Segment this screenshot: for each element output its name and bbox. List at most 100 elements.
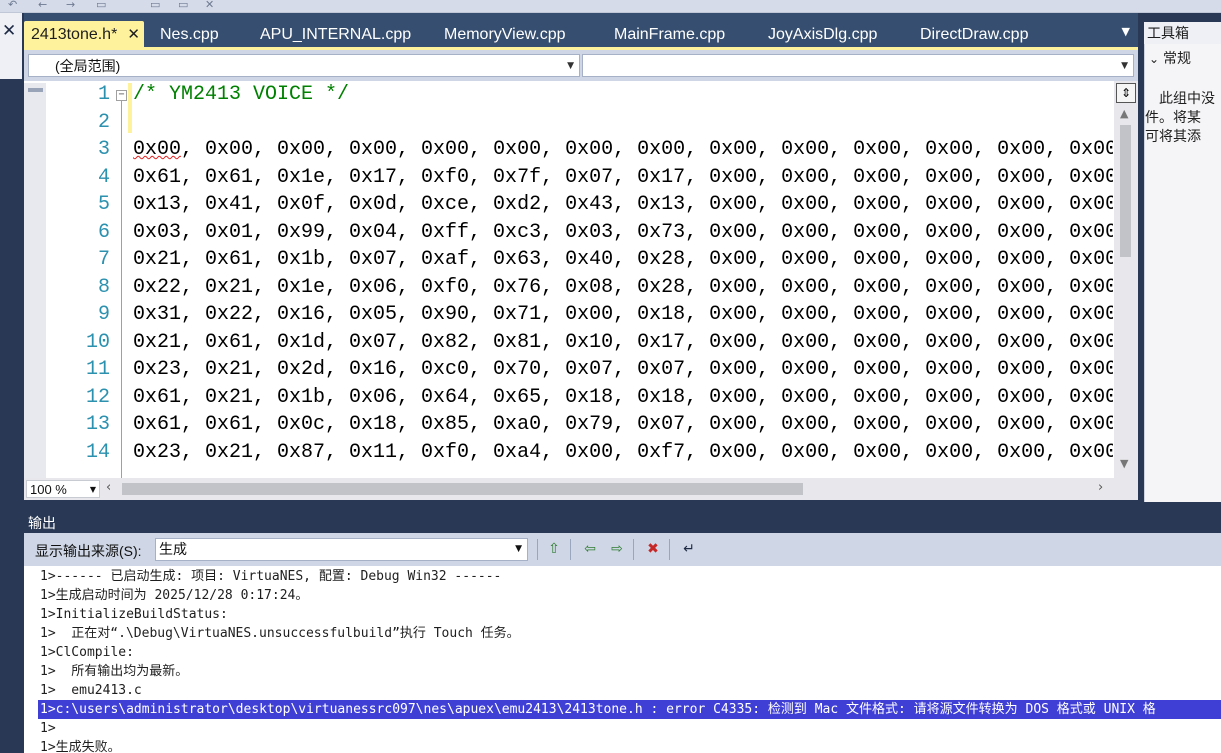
bookmark-marker <box>28 88 43 92</box>
code-line-rest: , 0x00, 0x00, 0x00, 0x00, 0x00, 0x00, 0x… <box>181 138 1113 161</box>
output-line[interactable]: 1>生成启动时间为 2025/12/28 0:17:24。 <box>40 586 308 605</box>
code-line: 0x23, 0x21, 0x2d, 0x16, 0xc0, 0x70, 0x07… <box>133 358 1113 381</box>
split-window-icon[interactable]: ⇕ <box>1116 83 1136 103</box>
toolbox-panel: ⌄ 常规 此组中没 件。将某 可将其添 <box>1144 44 1221 502</box>
code-line: 0x31, 0x22, 0x16, 0x05, 0x90, 0x71, 0x00… <box>133 303 1113 326</box>
line-number: 6 <box>97 220 110 244</box>
unsaved-change-bar <box>128 83 132 133</box>
tab-mainframe-cpp[interactable]: MainFrame.cpp <box>614 22 725 47</box>
code-area[interactable]: 1 2 3 4 5 6 7 8 9 10 11 12 13 14 − /* YM2413 VOICE */… <box>24 83 1138 478</box>
line-number-gutter: 1 2 3 4 5 6 7 8 9 10 11 12 13 14 <box>46 83 110 478</box>
outlining-margin: − <box>112 83 127 478</box>
chevron-down-icon: ▼ <box>567 61 574 71</box>
tab-close-icon[interactable]: ✕ <box>127 21 140 48</box>
output-line[interactable]: 1> emu2413.c <box>40 681 142 700</box>
line-number: 1 <box>97 83 110 106</box>
tab-2413tone-h[interactable]: 2413tone.h* ✕ <box>24 21 144 48</box>
toolbar-separator <box>633 539 634 560</box>
output-line[interactable]: 1>------ 已启动生成: 项目: VirtuaNES, 配置: Debug… <box>40 567 501 586</box>
output-line[interactable]: 1> 正在对“.\Debug\VirtuaNES.unsuccessfulbui… <box>40 624 520 643</box>
line-number: 8 <box>97 275 110 299</box>
output-error-line[interactable]: 1>c:\users\administrator\desktop\virtuan… <box>38 700 1221 719</box>
chevron-down-icon: ▼ <box>515 544 522 554</box>
line-number: 13 <box>85 413 110 436</box>
outline-line <box>121 101 122 478</box>
scope-value: (全局范围) <box>55 58 121 74</box>
chevron-down-icon: ⌄ <box>1149 52 1160 66</box>
left-dock-strip: ✕ <box>0 13 22 79</box>
collapse-icon[interactable]: − <box>116 90 127 101</box>
scope-dropdown[interactable]: (全局范围) ▼ <box>28 54 580 77</box>
tab-dropdown-icon[interactable]: ▼ <box>1122 25 1130 38</box>
forward-icon[interactable]: → <box>66 0 75 10</box>
undo-icon[interactable]: ↶ <box>8 0 17 10</box>
scroll-right-icon[interactable]: › <box>1098 480 1103 495</box>
tab-nes-cpp[interactable]: Nes.cpp <box>160 22 219 47</box>
code-line: 0x61, 0x61, 0x0c, 0x18, 0x85, 0xa0, 0x79… <box>133 413 1113 436</box>
close-icon[interactable]: ✕ <box>2 21 16 41</box>
output-line[interactable]: 1> 所有输出均为最新。 <box>40 662 188 681</box>
toolbox-message-line: 可将其添 <box>1145 128 1201 144</box>
toolbar-separator <box>570 539 571 560</box>
code-line: 0x61, 0x61, 0x1e, 0x17, 0xf0, 0x7f, 0x07… <box>133 165 1113 189</box>
toolbox-group-general[interactable]: ⌄ 常规 <box>1149 48 1191 68</box>
output-line[interactable]: 1>InitializeBuildStatus: <box>40 605 228 624</box>
output-line[interactable]: 1> <box>40 719 56 738</box>
squiggle-token: 0x00 <box>133 138 182 161</box>
line-number: 12 <box>85 385 110 409</box>
indicator-margin <box>24 83 46 478</box>
vertical-scrollbar[interactable]: ⇕ ▲ ▼ <box>1114 81 1138 478</box>
next-message-icon[interactable]: ⇨ <box>608 541 626 557</box>
document-tab-bar: 2413tone.h* ✕ Nes.cpp APU_INTERNAL.cpp Me… <box>24 13 1138 48</box>
output-source-label: 显示输出来源(S): <box>35 543 142 559</box>
tab-apu-internal-cpp[interactable]: APU_INTERNAL.cpp <box>260 22 411 47</box>
toolbar-separator <box>537 539 538 560</box>
code-line: 0x13, 0x41, 0x0f, 0x0d, 0xce, 0xd2, 0x43… <box>133 193 1113 216</box>
editor-bottom-bar: 100 % ▼ ‹ › <box>24 478 1138 500</box>
output-line[interactable]: 1>生成失败。 <box>40 738 121 753</box>
code-line: 0x22, 0x21, 0x1e, 0x06, 0xf0, 0x76, 0x08… <box>133 275 1113 299</box>
output-source-dropdown[interactable]: 生成 ▼ <box>155 538 528 561</box>
toolbox-message-line: 件。将某 <box>1145 109 1201 125</box>
tab-directdraw-cpp[interactable]: DirectDraw.cpp <box>920 22 1028 47</box>
save-icon[interactable]: ▭ <box>96 0 106 10</box>
horizontal-scroll-thumb[interactable] <box>122 483 803 495</box>
open-icon[interactable]: ▭ <box>178 0 188 10</box>
go-to-location-icon[interactable]: ⇧ <box>545 541 563 557</box>
line-number: 14 <box>85 440 110 464</box>
back-icon[interactable]: ← <box>38 0 47 10</box>
code-editor: (全局范围) ▼ ▼ 1 2 3 4 5 6 7 8 9 10 11 12 13 14 − /* YM24… <box>24 50 1138 500</box>
chevron-down-icon: ▼ <box>89 485 96 494</box>
vertical-scroll-thumb[interactable] <box>1120 125 1131 257</box>
zoom-dropdown[interactable]: 100 % ▼ <box>26 480 100 498</box>
output-line[interactable]: 1>ClCompile: <box>40 643 134 662</box>
scroll-down-icon[interactable]: ▼ <box>1120 457 1128 470</box>
output-pane-header: 输出 <box>24 511 1221 533</box>
code-comment-line: /* YM2413 VOICE */ <box>133 83 350 106</box>
tab-joyaxisdlg-cpp[interactable]: JoyAxisDlg.cpp <box>768 22 877 47</box>
output-text[interactable]: 1>------ 已启动生成: 项目: VirtuaNES, 配置: Debug… <box>24 566 1221 753</box>
code-line: 0x23, 0x21, 0x87, 0x11, 0xf0, 0xa4, 0x00… <box>133 440 1113 464</box>
line-number: 11 <box>85 358 110 381</box>
previous-message-icon[interactable]: ⇦ <box>581 541 599 557</box>
output-title: 输出 <box>28 515 56 531</box>
clear-all-icon[interactable]: ✖ <box>644 541 662 557</box>
code-line: 0x03, 0x01, 0x99, 0x04, 0xff, 0xc3, 0x03… <box>133 220 1113 244</box>
word-wrap-icon[interactable]: ↵ <box>680 541 698 557</box>
top-toolbar-strip: ↶ ← → ▭ ▭ ▭ ✕ <box>0 0 1221 13</box>
scroll-left-icon[interactable]: ‹ <box>106 480 111 495</box>
chevron-down-icon: ▼ <box>1121 61 1128 71</box>
member-dropdown[interactable]: ▼ <box>582 54 1134 77</box>
line-number: 10 <box>85 330 110 354</box>
scroll-up-icon[interactable]: ▲ <box>1120 107 1128 120</box>
line-number: 7 <box>97 248 110 271</box>
tab-label: 2413tone.h* <box>31 26 118 43</box>
close-icon[interactable]: ✕ <box>205 0 214 10</box>
line-number: 4 <box>97 165 110 189</box>
toolbox-empty-message: 此组中没 件。将某 可将其添 <box>1145 89 1215 146</box>
line-number: 5 <box>97 193 110 216</box>
tab-memoryview-cpp[interactable]: MemoryView.cpp <box>444 22 566 47</box>
line-number: 2 <box>97 110 110 134</box>
save-all-icon[interactable]: ▭ <box>150 0 160 10</box>
code-text[interactable]: /* YM2413 VOICE */ 0x00, 0x00, 0x00, 0x00… <box>133 83 1113 478</box>
